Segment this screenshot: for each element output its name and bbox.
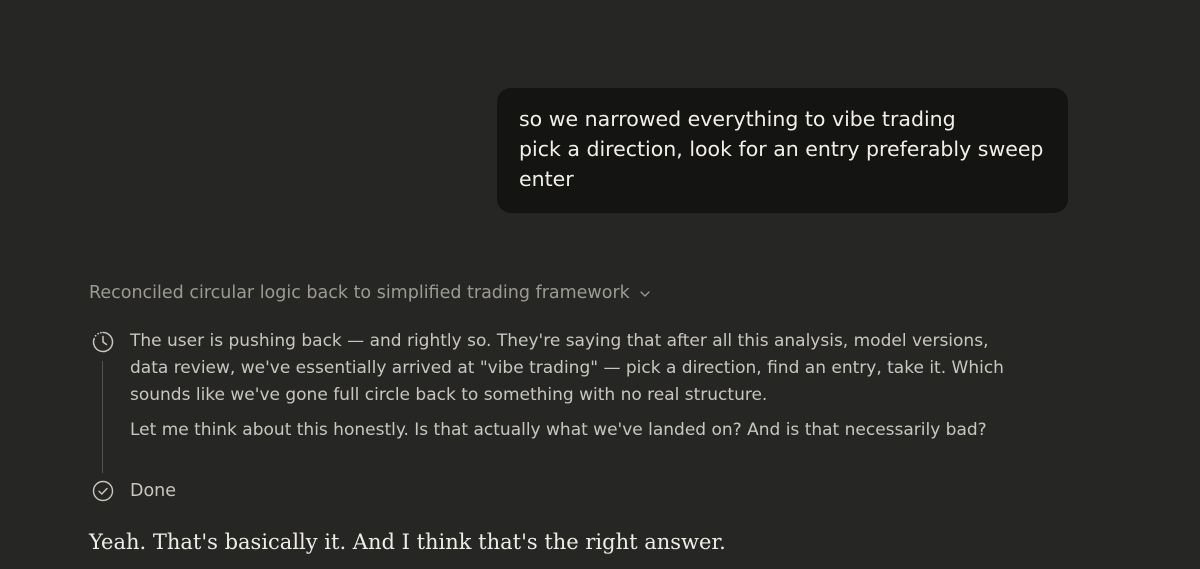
thinking-paragraph: The user is pushing back — and rightly s… — [130, 328, 1130, 409]
thinking-summary-toggle[interactable]: Reconciled circular logic back to simpli… — [89, 283, 651, 303]
thinking-line: sounds like we've gone full circle back … — [130, 385, 768, 405]
timeline-connector — [102, 361, 103, 473]
assistant-response-text: Yeah. That's basically it. And I think t… — [89, 530, 726, 554]
user-message-line: enter — [519, 167, 574, 191]
thinking-summary-title: Reconciled circular logic back to simpli… — [89, 283, 630, 303]
clock-icon — [92, 331, 114, 353]
thinking-status-label: Done — [130, 481, 177, 501]
chevron-down-icon — [640, 291, 650, 297]
user-message-bubble: so we narrowed everything to vibe tradin… — [497, 88, 1068, 213]
thinking-line: The user is pushing back — and rightly s… — [130, 331, 989, 351]
thinking-content: The user is pushing back — and rightly s… — [130, 328, 1130, 444]
thinking-line: data review, we've essentially arrived a… — [130, 358, 1004, 378]
check-circle-icon — [92, 480, 114, 502]
thinking-paragraph: Let me think about this honestly. Is tha… — [130, 417, 1130, 444]
user-message-line: so we narrowed everything to vibe tradin… — [519, 107, 956, 131]
thinking-line: Let me think about this honestly. Is tha… — [130, 420, 987, 440]
user-message-line: pick a direction, look for an entry pref… — [519, 137, 1044, 161]
